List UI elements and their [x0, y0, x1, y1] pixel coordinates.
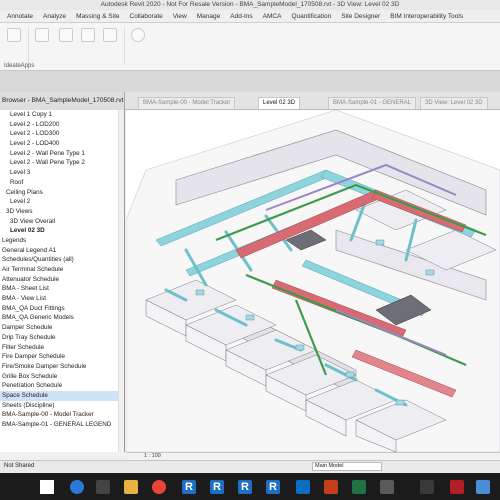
- browser-item[interactable]: Schedules/Quantities (all): [0, 255, 124, 265]
- browser-item[interactable]: Level 02 3D: [0, 226, 124, 236]
- browser-item[interactable]: Level 2 - Wall Pene Type 1: [0, 149, 124, 159]
- browser-item[interactable]: BMA_QA Duct Fittings: [0, 304, 124, 314]
- ribbon-tool-button[interactable]: [4, 28, 24, 44]
- browser-item[interactable]: Level 2 - Wall Pene Type 2: [0, 158, 124, 168]
- view-icon: [103, 28, 117, 42]
- align-icon: [59, 28, 73, 42]
- revit-icon[interactable]: R: [266, 480, 280, 494]
- browser-item[interactable]: Fire/Smoke Damper Schedule: [0, 362, 124, 372]
- tab-level-02-3d[interactable]: Level 02 3D: [258, 97, 301, 109]
- start-icon[interactable]: [40, 480, 54, 494]
- ribbon-divider: [124, 27, 125, 65]
- browser-item[interactable]: Ceiling Plans: [0, 188, 124, 198]
- ribbon-tool-button[interactable]: [78, 28, 98, 44]
- 3d-view-canvas[interactable]: [126, 110, 500, 452]
- browser-tree: Level 1 Copy 1 Level 2 - LOD200 Level 2 - …: [0, 110, 124, 430]
- excel-icon[interactable]: [352, 480, 366, 494]
- app-icon[interactable]: [420, 480, 434, 494]
- outlook-icon[interactable]: [70, 480, 84, 494]
- browser-item[interactable]: Level 3: [0, 168, 124, 178]
- tab-site-designer[interactable]: Site Designer: [336, 13, 385, 20]
- tab-annotate[interactable]: Annotate: [2, 13, 38, 20]
- status-bar: Not Shared: [0, 460, 500, 473]
- options-bar: [0, 71, 500, 92]
- view-scale[interactable]: 1 : 100: [144, 453, 161, 459]
- browser-item[interactable]: Level 2: [0, 197, 124, 207]
- tab-analyze[interactable]: Analyze: [38, 13, 71, 20]
- browser-item[interactable]: Attenuator Schedule: [0, 275, 124, 285]
- sheet-icon: [35, 28, 49, 42]
- browser-item[interactable]: 3D View Overall: [0, 217, 124, 227]
- browser-item[interactable]: Grille Box Schedule: [0, 372, 124, 382]
- word-icon[interactable]: [296, 480, 310, 494]
- browser-scrollbar[interactable]: [118, 110, 124, 452]
- tab-massing-site[interactable]: Massing & Site: [71, 13, 124, 20]
- browser-item[interactable]: Sheets (Discipline): [0, 401, 124, 411]
- ribbon-tab-bar: Annotate Analyze Massing & Site Collabor…: [0, 10, 500, 23]
- ribbon-panel: IdeateApps: [0, 23, 500, 71]
- workset-status[interactable]: Not Shared: [4, 463, 34, 469]
- app-icon[interactable]: [476, 480, 490, 494]
- browser-item[interactable]: Drip Tray Schedule: [0, 333, 124, 343]
- browser-item[interactable]: BMA_QA Generic Models: [0, 313, 124, 323]
- windows-taskbar: R R R R: [0, 473, 500, 500]
- clone-icon: [81, 28, 95, 42]
- browser-item[interactable]: BMA-Sample-00 - Model Tracker: [0, 410, 124, 420]
- tab-quantification[interactable]: Quantification: [286, 13, 336, 20]
- ribbon-tool-button[interactable]: [32, 28, 52, 44]
- project-browser-header: Browser - BMA_SampleModel_170508.rvt: [0, 92, 125, 110]
- browser-item[interactable]: Level 2 - LOD400: [0, 139, 124, 149]
- browser-item[interactable]: Air Terminal Schedule: [0, 265, 124, 275]
- browser-item[interactable]: Filter Schedule: [0, 343, 124, 353]
- ribbon-tool-button[interactable]: [100, 28, 120, 44]
- revit-icon[interactable]: R: [210, 480, 224, 494]
- help-icon: [131, 28, 145, 42]
- tab-manage[interactable]: Manage: [192, 13, 226, 20]
- file-explorer-icon[interactable]: [124, 480, 138, 494]
- browser-item[interactable]: Space Schedule: [0, 390, 124, 401]
- browser-item[interactable]: Damper Schedule: [0, 323, 124, 333]
- revit-icon[interactable]: R: [238, 480, 252, 494]
- browser-item[interactable]: Legends: [0, 236, 124, 246]
- title-bar: Autodesk Revit 2020 - Not For Resale Ver…: [0, 0, 500, 10]
- browser-item[interactable]: Level 2 - LOD300: [0, 129, 124, 139]
- browser-item[interactable]: Penetration Schedule: [0, 381, 124, 391]
- tab-amca[interactable]: AMCA: [258, 13, 287, 20]
- ribbon-divider: [28, 27, 29, 65]
- chrome-icon[interactable]: [152, 480, 166, 494]
- project-browser: Level 1 Copy 1 Level 2 - LOD200 Level 2 - …: [0, 110, 125, 452]
- browser-item[interactable]: BMA-Sample-01 - GENERAL LEGEND: [0, 420, 124, 430]
- tab-general-legend[interactable]: BMA-Sample-01 - GENERAL: [328, 97, 417, 109]
- browser-item[interactable]: Roof: [0, 178, 124, 188]
- ribbon-panel-label: IdeateApps: [4, 63, 35, 69]
- 3d-model-drawing: [126, 110, 500, 452]
- ribbon-help-button[interactable]: [128, 28, 148, 44]
- browser-item[interactable]: Fire Damper Schedule: [0, 352, 124, 362]
- browser-item[interactable]: Level 1 Copy 1: [0, 110, 124, 120]
- browser-item[interactable]: BMA - Sheet List: [0, 284, 124, 294]
- tab-bim-interoperability[interactable]: BIM Interoperability Tools: [385, 13, 468, 20]
- tab-add-ins[interactable]: Add-Ins: [225, 13, 257, 20]
- browser-item[interactable]: Level 2 - LOD200: [0, 120, 124, 130]
- tab-model-tracker[interactable]: BMA-Sample-00 - Model Tracker: [138, 97, 236, 109]
- tab-view[interactable]: View: [168, 13, 192, 20]
- revit-icon[interactable]: R: [182, 480, 196, 494]
- view-control-bar: 1 : 100: [126, 452, 500, 460]
- browser-item[interactable]: BMA - View List: [0, 294, 124, 304]
- window-title: Autodesk Revit 2020 - Not For Resale Ver…: [100, 1, 400, 8]
- active-model-select[interactable]: Main Model: [312, 462, 382, 471]
- browser-item[interactable]: 3D Views: [0, 207, 124, 217]
- ribbon-tool-button[interactable]: [56, 28, 76, 44]
- powerpoint-icon[interactable]: [324, 480, 338, 494]
- app-icon[interactable]: [380, 480, 394, 494]
- acrobat-icon[interactable]: [450, 480, 464, 494]
- tab-collaborate[interactable]: Collaborate: [125, 13, 168, 20]
- tab-3d-view[interactable]: 3D View: Level 02 3D: [420, 97, 488, 109]
- tool-icon: [7, 28, 21, 42]
- task-view-icon[interactable]: [96, 480, 110, 494]
- browser-item[interactable]: General Legend A1: [0, 246, 124, 256]
